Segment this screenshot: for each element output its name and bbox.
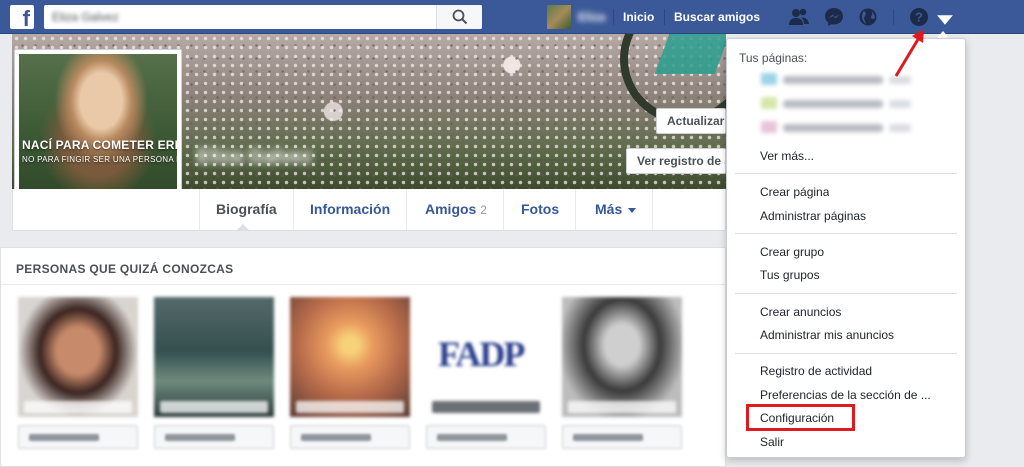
find-friends-link[interactable]: Buscar amigos	[674, 10, 760, 24]
suggestion-name[interactable]	[160, 401, 268, 413]
tab-more-label: Más	[595, 201, 623, 217]
notifications-globe-icon[interactable]	[857, 6, 879, 28]
page-name	[783, 76, 883, 84]
profile-name[interactable]: Eliza Galvez	[197, 146, 357, 174]
panel-divider	[1, 284, 727, 285]
tab-about-label: Información	[310, 201, 391, 217]
help-icon[interactable]: ?	[908, 6, 930, 28]
suggestion-name[interactable]	[432, 401, 540, 413]
add-friend-button[interactable]	[154, 425, 274, 449]
menu-page-item[interactable]	[761, 119, 951, 137]
your-groups-item[interactable]: Tus grupos	[760, 268, 820, 282]
tab-photos[interactable]: Fotos	[505, 189, 577, 230]
page-count	[889, 100, 911, 108]
top-navigation-bar: f Eliza Inicio Buscar amigos ?	[0, 0, 1024, 34]
your-pages-heading: Tus páginas:	[739, 51, 808, 65]
nav-divider	[664, 9, 665, 25]
create-group-item[interactable]: Crear grupo	[760, 245, 824, 259]
logout-item[interactable]: Salir	[760, 435, 784, 449]
search-icon	[452, 9, 468, 25]
profile-photo-caption-line2: NO PARA FINGIR SER UNA PERSONA PERFECTA	[22, 155, 177, 164]
suggestion-card-photo[interactable]	[18, 297, 138, 417]
search-button[interactable]	[436, 5, 482, 29]
fadp-logo: FADP	[438, 334, 525, 374]
tab-friends-label: Amigos	[425, 201, 477, 217]
username-link[interactable]: Eliza	[578, 10, 608, 24]
profile-photo: NACÍ PARA COMETER ERRORES NO PARA FINGIR…	[19, 54, 177, 210]
page-count	[889, 124, 911, 132]
activity-log-button[interactable]: Ver registro de actividad	[626, 148, 726, 174]
people-you-may-know-title: PERSONAS QUE QUIZÁ CONOZCAS	[16, 262, 234, 276]
update-cover-button[interactable]: Actualizar	[656, 108, 726, 134]
home-link[interactable]: Inicio	[623, 10, 654, 24]
tab-more[interactable]: Más	[579, 189, 654, 230]
add-friend-button[interactable]	[426, 425, 546, 449]
menu-divider	[735, 353, 957, 354]
account-menu-chevron-down-icon[interactable]	[934, 9, 956, 31]
suggestion-name[interactable]	[296, 401, 404, 413]
page-name	[783, 124, 883, 132]
tab-about[interactable]: Información	[294, 189, 408, 230]
people-you-may-know-panel: PERSONAS QUE QUIZÁ CONOZCAS FADP	[0, 247, 727, 467]
annotation-arrow-icon	[894, 29, 924, 77]
tab-photos-label: Fotos	[521, 201, 560, 217]
menu-divider	[735, 293, 957, 294]
page-thumbnail	[761, 73, 777, 85]
profile-tabs: Biografía Información Amigos 2 Fotos Más	[12, 189, 726, 231]
activity-log-item[interactable]: Registro de actividad	[760, 364, 872, 378]
suggestion-name[interactable]	[24, 401, 132, 413]
nav-divider	[613, 9, 614, 25]
nav-divider	[893, 9, 894, 25]
suggestion-card-photo[interactable]	[154, 297, 274, 417]
menu-page-item[interactable]	[761, 95, 951, 113]
svg-text:?: ?	[915, 10, 923, 25]
news-feed-preferences-item[interactable]: Preferencias de la sección de ...	[760, 388, 931, 402]
active-tab-pointer	[236, 224, 250, 231]
settings-highlight-box	[746, 404, 855, 431]
account-dropdown-menu: Tus páginas: Ver más... Crear página Adm…	[726, 38, 966, 458]
profile-photo-caption-line1: NACÍ PARA COMETER ERRORES	[22, 138, 177, 152]
menu-divider	[735, 173, 957, 174]
suggestion-card-photo[interactable]	[562, 297, 682, 417]
suggestion-card-photo[interactable]	[290, 297, 410, 417]
page-thumbnail	[761, 121, 777, 133]
friend-requests-icon[interactable]	[788, 6, 810, 28]
messenger-icon[interactable]	[823, 6, 845, 28]
search-box[interactable]	[44, 5, 482, 29]
manage-pages-item[interactable]: Administrar páginas	[760, 209, 866, 223]
see-more-pages[interactable]: Ver más...	[760, 149, 814, 163]
tab-friends[interactable]: Amigos 2	[409, 189, 504, 230]
friends-count: 2	[480, 203, 487, 217]
menu-divider	[735, 233, 957, 234]
create-ads-item[interactable]: Crear anuncios	[760, 305, 841, 319]
chevron-down-icon	[628, 207, 637, 213]
facebook-logo-icon[interactable]: f	[10, 5, 34, 29]
page-thumbnail	[761, 97, 777, 109]
suggestion-card-photo[interactable]: FADP	[426, 297, 546, 417]
tab-timeline-label: Biografía	[216, 201, 277, 217]
create-page-item[interactable]: Crear página	[760, 185, 829, 199]
add-friend-button[interactable]	[562, 425, 682, 449]
suggestion-name[interactable]	[568, 401, 676, 413]
add-friend-button[interactable]	[290, 425, 410, 449]
add-friend-button[interactable]	[18, 425, 138, 449]
search-input[interactable]	[44, 5, 434, 29]
manage-ads-item[interactable]: Administrar mis anuncios	[760, 328, 894, 342]
page-name	[783, 100, 883, 108]
user-avatar[interactable]	[547, 5, 571, 29]
